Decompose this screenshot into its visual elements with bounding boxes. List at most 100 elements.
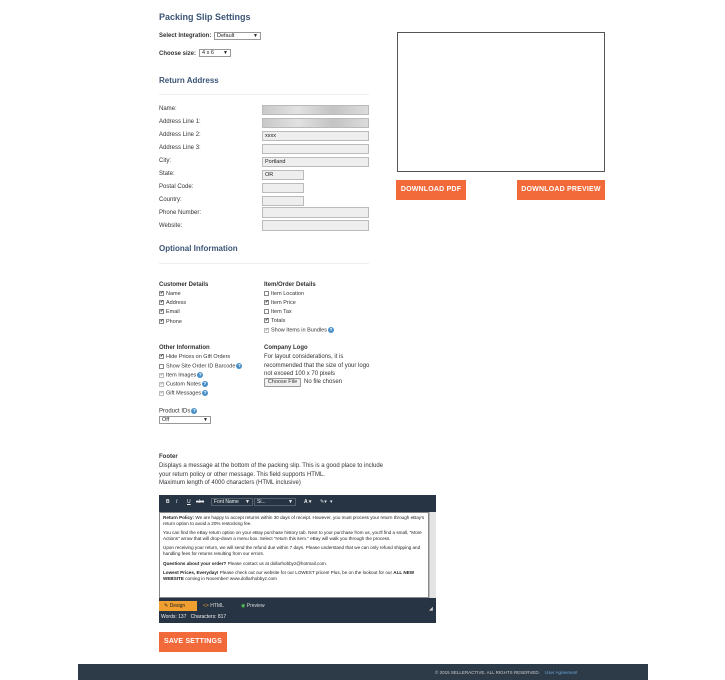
checkbox-label: Custom Notes? bbox=[166, 381, 208, 388]
checkbox-show-barcode[interactable] bbox=[159, 364, 164, 369]
optional-info-heading: Optional Information bbox=[159, 244, 238, 253]
italic-button[interactable]: I bbox=[176, 499, 177, 505]
checkbox-item-price[interactable] bbox=[264, 300, 269, 305]
country-field[interactable] bbox=[262, 196, 304, 206]
checkbox-hide-prices-gift[interactable] bbox=[159, 354, 164, 359]
editor-content[interactable]: Return Policy: We are happy to accept re… bbox=[159, 512, 429, 598]
tab-design[interactable]: ✎ Design bbox=[159, 601, 197, 611]
checkbox-label: Address bbox=[166, 300, 187, 306]
checkbox-name[interactable] bbox=[159, 291, 164, 296]
size-label: Choose size: bbox=[159, 51, 197, 57]
checkbox-gift-messages[interactable] bbox=[159, 391, 164, 396]
copyright-text: © 2015 SELLERACTIVE. ALL RIGHTS RESERVED… bbox=[435, 670, 540, 675]
checkbox-email[interactable] bbox=[159, 309, 164, 314]
footer-max-length: Maximum length of 4000 characters (HTML … bbox=[159, 480, 301, 486]
checkbox-label: Gift Messages? bbox=[166, 390, 209, 397]
resize-handle-icon[interactable]: ◢ bbox=[429, 606, 433, 612]
download-preview-button[interactable]: DOWNLOAD PREVIEW bbox=[517, 180, 605, 200]
checkbox-label: Show Items in Bundles? bbox=[271, 327, 334, 334]
chevron-down-icon: ▼ bbox=[203, 417, 208, 423]
help-icon[interactable]: ? bbox=[236, 363, 243, 369]
checkbox-address[interactable] bbox=[159, 300, 164, 305]
phone-number-field[interactable] bbox=[262, 207, 369, 218]
help-icon[interactable]: ? bbox=[201, 381, 208, 387]
tab-html[interactable]: <> HTML bbox=[203, 601, 233, 611]
name-label: Name: bbox=[159, 106, 177, 112]
checkbox-label: Item Price bbox=[271, 300, 296, 306]
address-line-3-label: Address Line 3: bbox=[159, 145, 201, 151]
checkbox-label: Phone bbox=[166, 319, 182, 325]
bold-button[interactable]: B bbox=[166, 499, 170, 505]
checkbox-label: Totals bbox=[271, 318, 286, 324]
help-icon[interactable]: ? bbox=[327, 327, 334, 333]
footer-description: Displays a message at the bottom of the … bbox=[159, 463, 384, 478]
checkbox-label: Item Tax bbox=[271, 309, 292, 315]
size-select[interactable]: 4 x 6 ▼ bbox=[199, 49, 231, 57]
checkbox-item-location[interactable] bbox=[264, 291, 269, 296]
address-line-1-field[interactable] bbox=[262, 118, 369, 128]
postal-code-field[interactable] bbox=[262, 183, 304, 193]
chevron-down-icon: ▼ bbox=[253, 33, 258, 39]
city-label: City: bbox=[159, 158, 171, 164]
help-icon[interactable]: ? bbox=[191, 408, 198, 414]
text-color-icon[interactable]: A ▾ bbox=[304, 499, 311, 505]
tab-preview[interactable]: ◉ Preview bbox=[241, 601, 275, 611]
checkbox-item-images[interactable] bbox=[159, 373, 164, 378]
checkbox-label: Name bbox=[166, 291, 181, 297]
product-ids-label: Product IDs? bbox=[159, 408, 198, 415]
postal-code-label: Postal Code: bbox=[159, 184, 194, 190]
checkbox-label: Show Site Order ID Barcode? bbox=[166, 363, 243, 370]
page-title: Packing Slip Settings bbox=[159, 12, 251, 22]
website-field[interactable] bbox=[262, 220, 369, 231]
integration-label: Select Integration: bbox=[159, 33, 212, 39]
checkbox-show-items-in-bundles[interactable] bbox=[264, 328, 269, 333]
checkbox-phone[interactable] bbox=[159, 319, 164, 324]
integration-select[interactable]: Default ▼ bbox=[214, 32, 261, 40]
product-ids-select[interactable]: Off ▼ bbox=[159, 416, 211, 424]
address-line-2-field[interactable]: xxxx bbox=[262, 131, 369, 141]
size-value: 4 x 6 bbox=[202, 50, 214, 56]
download-pdf-button[interactable]: DOWNLOAD PDF bbox=[396, 180, 466, 200]
divider bbox=[159, 94, 369, 95]
address-line-1-label: Address Line 1: bbox=[159, 119, 201, 125]
address-line-3-field[interactable] bbox=[262, 144, 369, 154]
address-line-2-label: Address Line 2: bbox=[159, 132, 201, 138]
city-field[interactable]: Portland bbox=[262, 157, 369, 167]
other-info-title: Other Information bbox=[159, 345, 210, 351]
company-logo-text: For layout considerations, it is recomme… bbox=[264, 354, 370, 377]
checkbox-label: Email bbox=[166, 309, 180, 315]
country-label: Country: bbox=[159, 197, 182, 203]
highlight-icon[interactable]: ✎▾ bbox=[320, 499, 327, 505]
checkbox-totals[interactable] bbox=[264, 318, 269, 323]
checkbox-label: Item Images? bbox=[166, 372, 204, 379]
footer-title: Footer bbox=[159, 454, 178, 460]
state-field[interactable]: OR bbox=[262, 170, 304, 180]
site-footer: © 2015 SELLERACTIVE. ALL RIGHTS RESERVED… bbox=[78, 664, 648, 680]
chevron-down-icon: ▼ bbox=[223, 50, 228, 56]
help-icon[interactable]: ? bbox=[197, 372, 204, 378]
product-ids-value: Off bbox=[162, 417, 170, 423]
user-agreement-link[interactable]: User Agreement bbox=[545, 670, 578, 675]
underline-button[interactable]: U bbox=[187, 499, 191, 505]
customer-details-title: Customer Details bbox=[159, 282, 209, 288]
checkbox-label: Item Location bbox=[271, 291, 305, 297]
more-icon[interactable]: ▾ bbox=[330, 499, 333, 505]
save-settings-button[interactable]: SAVE SETTINGS bbox=[159, 632, 227, 652]
font-size-dropdown[interactable]: Si... ▼ bbox=[254, 498, 296, 506]
strikethrough-button[interactable]: abc bbox=[196, 499, 204, 505]
choose-file-button[interactable]: Choose File bbox=[264, 378, 301, 387]
help-icon[interactable]: ? bbox=[202, 390, 209, 396]
packing-slip-preview bbox=[397, 32, 605, 172]
state-label: State: bbox=[159, 171, 175, 177]
editor-scrollbar[interactable] bbox=[429, 512, 436, 598]
footer-editor: B I U abc Font Name ▼ Si... ▼ A ▾ ✎▾ ▾ Ret… bbox=[159, 495, 436, 623]
checkbox-item-tax[interactable] bbox=[264, 309, 269, 314]
checkbox-custom-notes[interactable] bbox=[159, 382, 164, 387]
name-field[interactable] bbox=[262, 105, 369, 115]
divider bbox=[159, 263, 369, 264]
no-file-text: No file chosen bbox=[304, 379, 343, 385]
company-logo-title: Company Logo bbox=[264, 345, 308, 351]
font-name-dropdown[interactable]: Font Name ▼ bbox=[211, 498, 253, 506]
return-address-heading: Return Address bbox=[159, 76, 219, 85]
phone-number-label: Phone Number: bbox=[159, 210, 202, 216]
